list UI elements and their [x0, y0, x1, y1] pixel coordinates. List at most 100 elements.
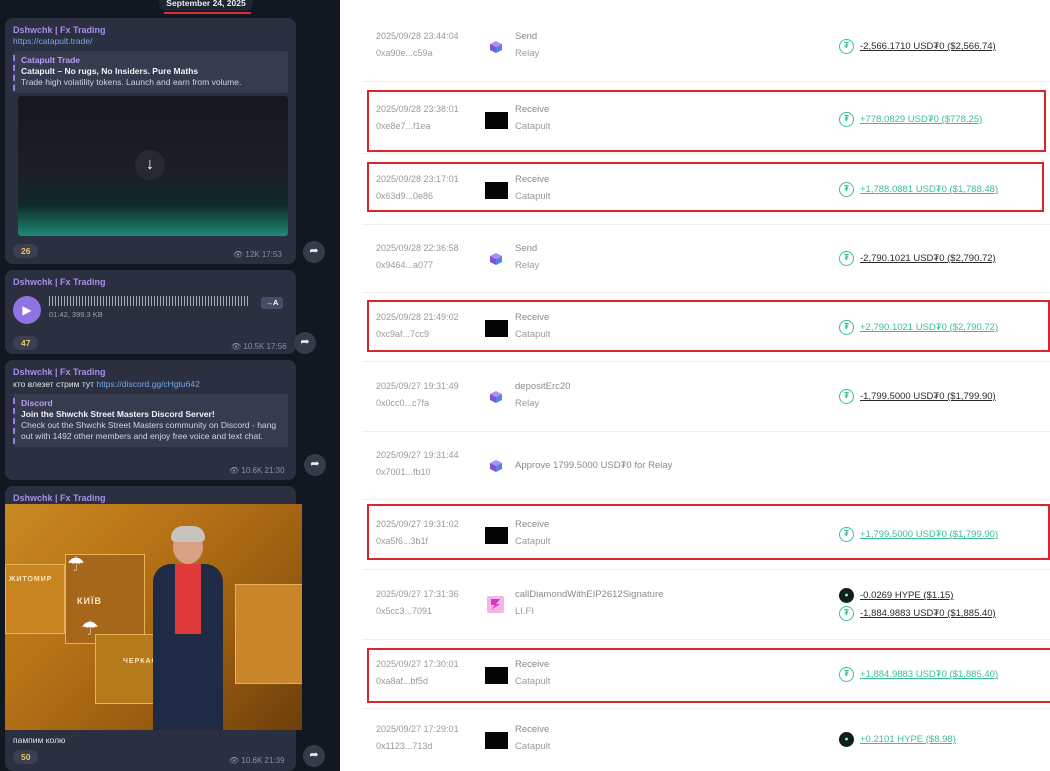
- tx-timestamp: 2025/09/27 19:31:49: [376, 381, 459, 391]
- tx-amount[interactable]: -1,799.5000 USD₮0 ($1,799.90): [860, 391, 996, 402]
- share-icon[interactable]: ➦: [294, 332, 316, 354]
- message-views: 👁 10.5K 17:56: [231, 342, 287, 351]
- tx-amount[interactable]: +0.2101 HYPE ($8.98): [860, 734, 956, 745]
- tx-hash-link[interactable]: 0x0cc0...c7fa: [376, 398, 429, 408]
- tx-hash-link[interactable]: 0x1123...713d: [376, 741, 432, 751]
- voice-duration: 01:42, 399.3 KB: [49, 310, 103, 319]
- tx-hash-link[interactable]: 0x7001...fb10: [376, 467, 431, 477]
- view-count: 10.6K: [241, 756, 263, 765]
- tx-hash-link[interactable]: 0xa90e...c59a: [376, 48, 433, 58]
- tx-protocol: Catapult: [515, 741, 551, 752]
- tx-hash-link[interactable]: 0x5cc3...7091: [376, 606, 432, 616]
- transaction-row[interactable]: 2025/09/28 22:36:58 0x9464...a077 Send Rela…: [362, 225, 1050, 293]
- transaction-row[interactable]: 2025/09/28 23:44:04 0xa90e...c59a Send Rela…: [362, 12, 1050, 82]
- highlight-box: [367, 648, 1050, 703]
- eye-icon: 👁: [229, 756, 240, 765]
- view-count: 10.5K: [243, 342, 265, 351]
- message-sender[interactable]: Dshwchk | Fx Trading: [5, 270, 296, 287]
- message-time: 21:39: [264, 756, 285, 765]
- share-icon[interactable]: ➦: [303, 241, 325, 263]
- view-count: 12K: [245, 250, 260, 259]
- message-link[interactable]: https://catapult.trade/: [5, 35, 296, 46]
- highlight-box: [367, 162, 1044, 212]
- tx-timestamp: 2025/09/28 22:36:58: [376, 243, 459, 253]
- transaction-row[interactable]: 2025/09/27 17:29:01 0x1123...713d Receive C…: [362, 709, 1050, 771]
- tx-hash-link[interactable]: 0x9464...a077: [376, 260, 433, 270]
- relay-cube-icon: [489, 40, 503, 54]
- weather-map-photo[interactable]: ЖИТОМИР КИЇВ ЧЕРКАСИ ☂ ☂: [5, 504, 302, 730]
- voice-waveform[interactable]: [49, 296, 249, 306]
- tx-amount[interactable]: -2,790.1021 USD₮0 ($2,790.72): [860, 253, 996, 264]
- preview-title: Catapult Trade: [21, 55, 81, 65]
- transaction-row[interactable]: 2025/09/27 19:31:44 0x7001...fb10 Approve …: [362, 432, 1050, 500]
- tx-action: callDiamondWithEIP2612Signature: [515, 589, 664, 600]
- link-preview[interactable]: Catapult Trade Catapult – No rugs, No In…: [13, 51, 288, 93]
- preview-text: Check out the Shwchk Street Masters comm…: [21, 420, 277, 441]
- date-underline: [164, 12, 251, 14]
- tx-action: Send: [515, 243, 538, 254]
- tx-protocol: Relay: [515, 48, 540, 59]
- highlight-box: [367, 300, 1050, 352]
- rain-cloud-icon: ☂: [67, 554, 85, 576]
- message-text-prefix: кто влезет стрим тут: [13, 379, 97, 389]
- message-time: 17:56: [266, 342, 287, 351]
- tx-action: Approve 1799.5000 USD₮0 for Relay: [515, 460, 673, 471]
- preview-title: Discord: [21, 398, 53, 408]
- usdt0-icon: ₮: [839, 389, 854, 404]
- usdt0-icon: ₮: [839, 606, 854, 621]
- chat-message-voice: Dshwchk | Fx Trading ▶ 01:42, 399.3 KB →…: [5, 270, 296, 354]
- tx-timestamp: 2025/09/27 17:29:01: [376, 724, 459, 734]
- tx-amount[interactable]: -0.0269 HYPE ($1.15): [860, 590, 953, 601]
- usdt0-icon: ₮: [839, 251, 854, 266]
- tx-protocol: Relay: [515, 260, 540, 271]
- transaction-list: 2025/09/28 23:44:04 0xa90e...c59a Send Rela…: [340, 0, 1050, 771]
- message-sender[interactable]: Dshwchk | Fx Trading: [5, 360, 296, 377]
- arrow-down-icon[interactable]: ↓: [135, 150, 165, 180]
- map-label: КИЇВ: [77, 596, 102, 606]
- relay-cube-icon: [489, 390, 503, 404]
- message-time: 21:30: [264, 466, 285, 475]
- hype-icon: ●: [839, 732, 854, 747]
- map-label: ЖИТОМИР: [9, 576, 53, 583]
- message-time: 17:53: [261, 250, 282, 259]
- play-icon[interactable]: ▶: [13, 296, 41, 324]
- map-region: [235, 584, 302, 684]
- relay-cube-icon: [489, 252, 503, 266]
- discord-link[interactable]: https://discord.gg/cHgtu642: [96, 379, 199, 389]
- tx-action: Send: [515, 31, 538, 42]
- share-icon[interactable]: ➦: [304, 454, 326, 476]
- catapult-logo-icon: [485, 732, 508, 749]
- view-count: 10.6K: [241, 466, 263, 475]
- reaction-badge[interactable]: 26: [13, 244, 39, 258]
- map-region: [5, 564, 65, 634]
- reaction-badge[interactable]: 47: [13, 336, 39, 350]
- lifi-logo-icon: [487, 596, 504, 613]
- preview-headline: Join the Shwchk Street Masters Discord S…: [21, 409, 215, 419]
- chat-panel: September 24, 2025 Dshwchk | Fx Trading …: [0, 0, 340, 771]
- preview-text: Trade high volatility tokens. Launch and…: [21, 77, 242, 87]
- link-preview[interactable]: Discord Join the Shwchk Street Masters D…: [13, 394, 288, 447]
- tx-action: depositErc20: [515, 381, 571, 392]
- tx-timestamp: 2025/09/27 19:31:44: [376, 450, 459, 460]
- message-sender[interactable]: Dshwchk | Fx Trading: [5, 486, 296, 503]
- tx-amount[interactable]: -1,884.9883 USD₮0 ($1,885.40): [860, 608, 996, 619]
- photo-caption: пампим колю: [13, 735, 66, 745]
- share-icon[interactable]: ➦: [303, 745, 325, 767]
- transaction-row[interactable]: 2025/09/27 17:31:36 0x5cc3...7091 callDiam…: [362, 570, 1050, 640]
- preview-headline: Catapult – No rugs, No Insiders. Pure Ma…: [21, 66, 199, 76]
- tx-timestamp: 2025/09/28 23:44:04: [376, 31, 459, 41]
- message-sender[interactable]: Dshwchk | Fx Trading: [5, 18, 296, 35]
- reaction-badge[interactable]: 50: [13, 750, 39, 764]
- message-text: кто влезет стрим тут https://discord.gg/…: [5, 377, 296, 390]
- tx-amount[interactable]: -2,566.1710 USD₮0 ($2,566.74): [860, 41, 996, 52]
- transcribe-button[interactable]: →A: [261, 297, 283, 309]
- usdt0-icon: ₮: [839, 39, 854, 54]
- rain-cloud-icon: ☂: [81, 618, 99, 640]
- transaction-row[interactable]: 2025/09/27 19:31:49 0x0cc0...c7fa depositE…: [362, 362, 1050, 432]
- eye-icon: 👁: [233, 250, 244, 259]
- message-views: 👁 10.6K 21:39: [229, 756, 285, 765]
- tx-protocol: LI.FI: [515, 606, 535, 617]
- presenter-figure: [145, 524, 231, 730]
- media-preview[interactable]: ↓: [18, 96, 288, 236]
- highlight-box: [367, 504, 1050, 560]
